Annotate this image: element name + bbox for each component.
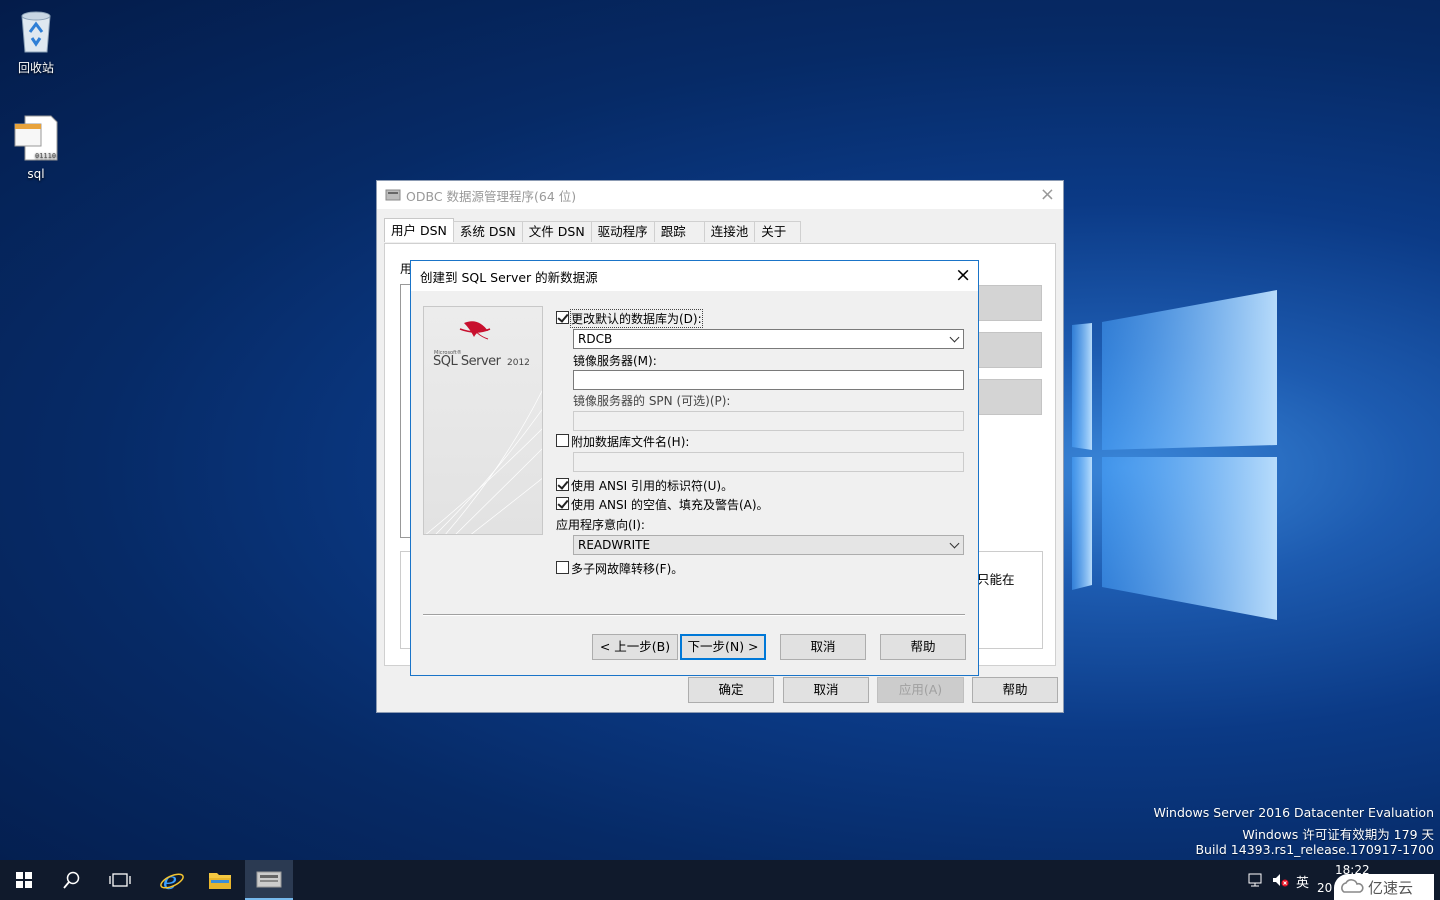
tab-connection-pooling[interactable]: 连接池 (703, 221, 756, 242)
apply-button[interactable]: 应用(A) (877, 677, 964, 703)
logo-product: SQL Server (433, 354, 501, 369)
app-intent-label: 应用程序意向(I): (556, 518, 645, 532)
task-view-button[interactable] (96, 860, 144, 900)
window-titlebar[interactable]: ODBC 数据源管理程序(64 位) × (377, 181, 1063, 209)
default-db-combo[interactable]: RDCB (573, 329, 964, 349)
windows-start-icon (16, 872, 32, 888)
volume-muted-icon[interactable] (1272, 873, 1290, 887)
folder-icon (209, 873, 231, 889)
odbc-app-icon (385, 189, 401, 201)
window-title: ODBC 数据源管理程序(64 位) (406, 188, 577, 204)
recycle-bin-icon (21, 11, 51, 53)
tab-strip: 用户 DSN 系统 DSN 文件 DSN 驱动程序 跟踪 连接池 关于 (384, 218, 802, 243)
tab-drivers[interactable]: 驱动程序 (590, 221, 655, 242)
tab-about[interactable]: 关于 (754, 221, 802, 242)
search-button[interactable] (48, 860, 96, 900)
multisubnet-label: 多子网故障转移(F)。 (571, 562, 684, 576)
change-default-db-checkbox[interactable] (556, 311, 569, 324)
mirror-server-input[interactable] (573, 370, 964, 390)
site-watermark: 亿速云 (1334, 874, 1434, 900)
configure-button[interactable] (977, 379, 1042, 415)
tab-tracing[interactable]: 跟踪 (653, 221, 705, 242)
cancel-button[interactable]: 取消 (780, 634, 866, 660)
taskbar: e 英 18:22 20 亿速云 (0, 860, 1440, 900)
odbc-app-icon (256, 871, 282, 888)
ime-indicator[interactable]: 英 (1296, 872, 1309, 891)
help-button[interactable]: 帮助 (880, 634, 966, 660)
taskbar-ie[interactable]: e (148, 860, 196, 900)
clock-date[interactable]: 20 (1317, 881, 1332, 895)
next-button[interactable]: 下一步(N) > (680, 634, 766, 660)
watermark-build: Build 14393.rs1_release.170917-1700 (1195, 842, 1434, 857)
tab-file-dsn[interactable]: 文件 DSN (521, 221, 592, 242)
default-db-value: RDCB (578, 332, 613, 346)
help-button[interactable]: 帮助 (972, 677, 1058, 703)
add-button[interactable] (977, 285, 1042, 321)
close-icon[interactable]: × (1040, 184, 1055, 205)
back-button[interactable]: < 上一步(B) (592, 634, 678, 660)
tab-user-dsn[interactable]: 用户 DSN (384, 218, 454, 242)
dialog-title: 创建到 SQL Server 的新数据源 (420, 269, 598, 285)
multisubnet-checkbox[interactable] (556, 561, 569, 574)
svg-text:01110: 01110 (35, 152, 56, 160)
new-datasource-dialog: 创建到 SQL Server 的新数据源 × Microsoft® SQL Se… (410, 260, 979, 676)
remove-button[interactable] (977, 332, 1042, 368)
dsn-file-icon: 01110 (14, 115, 58, 161)
attach-db-input[interactable] (573, 452, 964, 472)
desktop-icon-label: sql (27, 167, 45, 181)
taskbar-file-explorer[interactable] (196, 860, 244, 900)
attach-db-checkbox[interactable] (556, 434, 569, 447)
dialog-titlebar[interactable]: 创建到 SQL Server 的新数据源 × (411, 261, 978, 291)
desktop-icon-recycle-bin[interactable]: 回收站 (0, 8, 72, 76)
info-text: 只能在 (977, 572, 1015, 587)
search-icon (63, 871, 80, 889)
site-watermark-text: 亿速云 (1368, 878, 1414, 897)
desktop-icon-sql[interactable]: 01110 sql (0, 114, 72, 181)
attach-db-label: 附加数据库文件名(H): (571, 435, 690, 449)
taskbar-odbc[interactable] (245, 860, 293, 900)
separator (423, 614, 965, 616)
windows-logo-background (1072, 290, 1277, 620)
ansi-nulls-label: 使用 ANSI 的空值、填充及警告(A)。 (571, 498, 769, 512)
close-icon[interactable]: × (955, 264, 971, 286)
start-button[interactable] (0, 860, 48, 900)
internet-explorer-icon: e (160, 868, 184, 892)
watermark-license: Windows 许可证有效期为 179 天 (1242, 827, 1434, 842)
chevron-down-icon (949, 538, 960, 549)
logo-version: 2012 (507, 358, 530, 368)
cancel-button[interactable]: 取消 (783, 677, 869, 703)
mirror-spn-label: 镜像服务器的 SPN (可选)(P): (573, 394, 731, 408)
watermark-edition: Windows Server 2016 Datacenter Evaluatio… (1153, 805, 1434, 820)
desktop-icon-label: 回收站 (17, 61, 54, 75)
chevron-down-icon (949, 332, 960, 343)
change-default-db-label: 更改默认的数据库为(D): (570, 309, 703, 328)
network-icon[interactable] (1248, 873, 1264, 887)
ansi-nulls-checkbox[interactable] (556, 497, 569, 510)
cloud-logo-icon (1341, 879, 1364, 893)
ansi-quoted-label: 使用 ANSI 引用的标识符(U)。 (571, 479, 734, 493)
app-intent-combo[interactable]: READWRITE (573, 535, 964, 555)
sql-server-logo-panel: Microsoft® SQL Server 2012 (423, 306, 543, 535)
sql-server-logo (425, 321, 542, 534)
mirror-spn-input[interactable] (573, 411, 964, 431)
app-intent-value: READWRITE (578, 538, 651, 552)
tab-system-dsn[interactable]: 系统 DSN (452, 221, 523, 242)
ansi-quoted-checkbox[interactable] (556, 478, 569, 491)
mirror-server-label: 镜像服务器(M): (573, 354, 657, 368)
ok-button[interactable]: 确定 (688, 677, 774, 703)
task-view-icon (109, 873, 131, 887)
